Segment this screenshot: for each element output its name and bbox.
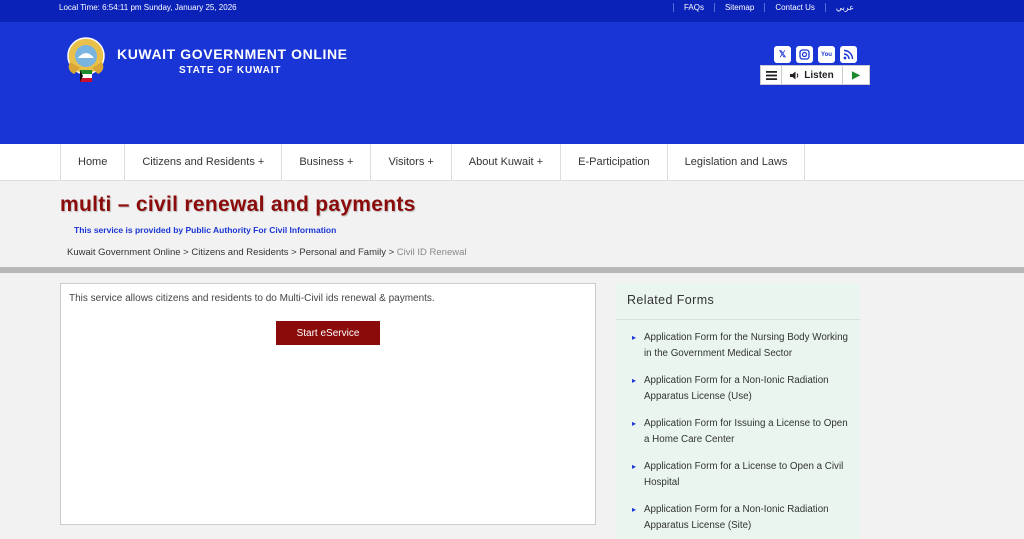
site-subtitle: STATE OF KUWAIT bbox=[179, 65, 282, 76]
related-form-item[interactable]: ▸ Application Form for the Nursing Body W… bbox=[632, 330, 854, 362]
related-form-link[interactable]: Application Form for a Non-Ionic Radiati… bbox=[644, 375, 829, 402]
breadcrumb-separator: > bbox=[388, 247, 397, 258]
related-form-item[interactable]: ▸ Application Form for a Non-Ionic Radiat… bbox=[632, 373, 854, 405]
site-header: KUWAIT GOVERNMENT ONLINE STATE OF KUWAIT… bbox=[0, 22, 1024, 144]
site-title[interactable]: KUWAIT GOVERNMENT ONLINE bbox=[117, 46, 348, 62]
caret-right-icon: ▸ bbox=[632, 376, 637, 385]
section-divider bbox=[0, 267, 1024, 273]
listen-player: Listen ▶ bbox=[760, 65, 870, 85]
related-form-item[interactable]: ▸ Application Form for a Non-Ionic Radiat… bbox=[632, 502, 854, 534]
start-eservice-button[interactable]: Start eService bbox=[276, 321, 380, 345]
rss-icon[interactable] bbox=[840, 46, 857, 63]
listen-label: Listen bbox=[804, 69, 834, 81]
menu-icon[interactable] bbox=[761, 66, 782, 84]
local-time: Local Time: 6:54:11 pm Sunday, January 2… bbox=[59, 3, 237, 12]
faqs-link[interactable]: FAQs bbox=[672, 3, 714, 12]
instagram-icon[interactable] bbox=[796, 46, 813, 63]
top-bar: Local Time: 6:54:11 pm Sunday, January 2… bbox=[0, 0, 1024, 22]
caret-right-icon: ▸ bbox=[632, 419, 637, 428]
nav-business[interactable]: Business + bbox=[282, 144, 372, 181]
caret-right-icon: ▸ bbox=[632, 462, 637, 471]
related-form-link[interactable]: Application Form for the Nursing Body Wo… bbox=[644, 332, 848, 359]
related-form-item[interactable]: ▸ Application Form for Issuing a License … bbox=[632, 416, 854, 448]
service-panel: This service allows citizens and residen… bbox=[60, 283, 596, 525]
breadcrumb: Kuwait Government Online > Citizens and … bbox=[67, 247, 466, 258]
caret-right-icon: ▸ bbox=[632, 505, 637, 514]
social-links: 𝕏 You bbox=[774, 46, 857, 63]
nav-citizens-and-residents[interactable]: Citizens and Residents + bbox=[125, 144, 283, 181]
contact-us-link[interactable]: Contact Us bbox=[764, 3, 825, 12]
service-description: This service allows citizens and residen… bbox=[69, 293, 435, 304]
related-form-link[interactable]: Application Form for a Non-Ionic Radiati… bbox=[644, 504, 829, 531]
x-icon[interactable]: 𝕏 bbox=[774, 46, 791, 63]
nav-legislation-and-laws[interactable]: Legislation and Laws bbox=[668, 144, 806, 181]
top-links: FAQs Sitemap Contact Us عربي bbox=[672, 3, 864, 12]
youtube-icon[interactable]: You bbox=[818, 46, 835, 63]
related-forms-divider bbox=[616, 319, 860, 320]
speaker-icon bbox=[790, 71, 799, 79]
play-icon[interactable]: ▶ bbox=[843, 70, 869, 81]
related-forms-list: ▸ Application Form for the Nursing Body W… bbox=[632, 330, 854, 539]
caret-right-icon: ▸ bbox=[632, 333, 637, 342]
listen-button[interactable]: Listen bbox=[782, 66, 843, 84]
kuwait-emblem-icon[interactable] bbox=[62, 36, 110, 86]
breadcrumb-current: Civil ID Renewal bbox=[396, 247, 467, 258]
breadcrumb-item[interactable]: Personal and Family bbox=[299, 247, 386, 258]
related-form-link[interactable]: Application Form for Issuing a License t… bbox=[644, 418, 848, 445]
nav-visitors[interactable]: Visitors + bbox=[371, 144, 452, 181]
breadcrumb-item[interactable]: Kuwait Government Online bbox=[67, 247, 181, 258]
nav-about-kuwait[interactable]: About Kuwait + bbox=[452, 144, 562, 181]
nav-home[interactable]: Home bbox=[61, 144, 126, 181]
related-form-item[interactable]: ▸ Application Form for a License to Open … bbox=[632, 459, 854, 491]
main-nav: Home Citizens and Residents + Business +… bbox=[0, 144, 1024, 181]
service-provider-note: This service is provided by Public Autho… bbox=[74, 225, 337, 235]
nav-e-participation[interactable]: E-Participation bbox=[561, 144, 668, 181]
arabic-language-link[interactable]: عربي bbox=[824, 3, 864, 12]
related-forms-heading: Related Forms bbox=[627, 293, 715, 307]
related-forms-panel: Related Forms ▸ Application Form for the … bbox=[616, 283, 860, 539]
sitemap-link[interactable]: Sitemap bbox=[713, 3, 764, 12]
related-form-link[interactable]: Application Form for a License to Open a… bbox=[644, 461, 843, 488]
breadcrumb-item[interactable]: Citizens and Residents bbox=[191, 247, 288, 258]
page-title: multi – civil renewal and payments bbox=[60, 193, 416, 216]
